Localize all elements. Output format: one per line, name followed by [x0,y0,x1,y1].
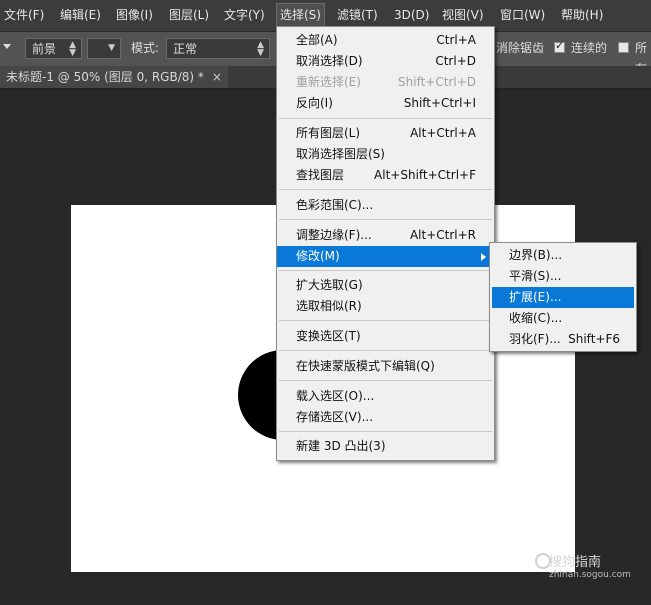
menu-item-refine-edge[interactable]: 调整边缘(F)... Alt+Ctrl+R [277,225,494,246]
close-icon[interactable]: × [212,70,222,84]
menu-window[interactable]: 窗口(W) [500,0,545,31]
submenu-item-border[interactable]: 边界(B)... [490,245,636,266]
menu-image[interactable]: 图像(I) [116,0,153,31]
mode-value: 正常 [173,42,198,56]
submenu-item-feather[interactable]: 羽化(F)... Shift+F6 [490,329,636,350]
menu-item-new-3d-extrusion[interactable]: 新建 3D 凸出(3) [277,436,494,457]
select-menu-dropdown: 全部(A) Ctrl+A 取消选择(D) Ctrl+D 重新选择(E) Shift+C… [276,26,495,461]
submenu-arrow-icon [481,253,486,261]
chevron-updown-icon: ▲ ▼ [257,40,264,58]
fill-source-select[interactable]: 前景 ▲ ▼ [25,38,82,59]
menu-item-find-layers[interactable]: 查找图层 Alt+Shift+Ctrl+F [277,165,494,186]
menu-help[interactable]: 帮助(H) [561,0,603,31]
mode-select[interactable]: 正常 ▲ ▼ [166,38,270,59]
submenu-item-smooth[interactable]: 平滑(S)... [490,266,636,287]
menu-item-grow[interactable]: 扩大选取(G) [277,275,494,296]
menu-item-quick-mask[interactable]: 在快速蒙版模式下编辑(Q) [277,356,494,377]
submenu-item-expand[interactable]: 扩展(E)... [492,287,634,308]
document-tab-title: 未标题-1 @ 50% (图层 0, RGB/8) * [6,70,204,84]
menu-item-deselect-layers[interactable]: 取消选择图层(S) [277,144,494,165]
fill-source-value: 前景 [32,42,57,56]
menu-separator [279,189,492,190]
menu-separator [279,431,492,432]
menu-item-select-all[interactable]: 全部(A) Ctrl+A [277,30,494,51]
menu-edit[interactable]: 编辑(E) [60,0,101,31]
all-layers-checkbox[interactable] [618,42,629,53]
menu-item-load-selection[interactable]: 载入选区(O)... [277,386,494,407]
menu-separator [279,270,492,271]
menu-layer[interactable]: 图层(L) [169,0,209,31]
menu-separator [279,350,492,351]
watermark-url: zhinan.sogou.com [549,570,631,580]
tool-preset-dropdown-icon[interactable] [3,44,11,49]
menu-item-reselect: 重新选择(E) Shift+Ctrl+D [296,75,476,89]
menu-item-transform-selection[interactable]: 变换选区(T) [277,326,494,347]
document-tab[interactable]: 未标题-1 @ 50% (图层 0, RGB/8) * × [0,66,228,88]
watermark-brand: 搜狗指南 [549,555,602,570]
pattern-picker[interactable]: ▼ [87,38,121,59]
menu-separator [279,380,492,381]
chevron-down-icon: ▼ [108,43,115,53]
menu-separator [279,219,492,220]
contiguous-checkbox[interactable] [554,39,565,53]
menu-separator [279,320,492,321]
menu-separator [279,118,492,119]
mode-label: 模式: [131,41,160,55]
menu-item-modify[interactable]: 修改(M) [277,246,494,267]
submenu-item-contract[interactable]: 收缩(C)... [490,308,636,329]
chevron-updown-icon: ▲ ▼ [69,40,76,58]
modify-submenu: 边界(B)... 平滑(S)... 扩展(E)... 收缩(C)... 羽化(F… [489,242,637,352]
menu-item-deselect[interactable]: 取消选择(D) Ctrl+D [277,51,494,72]
menu-item-color-range[interactable]: 色彩范围(C)... [277,195,494,216]
menu-file[interactable]: 文件(F) [4,0,44,31]
menu-item-similar[interactable]: 选取相似(R) [277,296,494,317]
menu-item-inverse[interactable]: 反向(I) Shift+Ctrl+I [277,93,494,114]
menu-item-save-selection[interactable]: 存储选区(V)... [277,407,494,428]
antialias-label: 消除锯齿 [496,41,545,55]
menu-select[interactable]: 选择(S) [276,3,325,28]
menu-item-all-layers[interactable]: 所有图层(L) Alt+Ctrl+A [277,123,494,144]
menu-type[interactable]: 文字(Y) [224,0,265,31]
contiguous-label: 连续的 [571,41,608,55]
